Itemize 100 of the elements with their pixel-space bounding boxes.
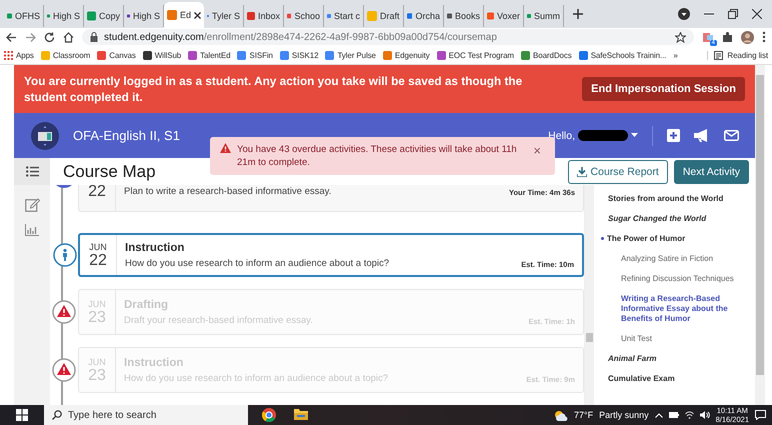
course-report-button[interactable]: Course Report [568, 160, 668, 184]
outline-item[interactable]: Cumulative Exam [608, 369, 751, 389]
battery-icon[interactable] [668, 412, 679, 418]
date-month: JUN [89, 242, 107, 252]
browser-tab[interactable]: Books [444, 5, 484, 27]
chevron-up-icon[interactable] [654, 412, 663, 418]
site-icon [167, 10, 177, 20]
new-tab-icon[interactable] [572, 8, 584, 20]
chrome-icon[interactable] [262, 408, 276, 422]
alert-message: You have 43 overdue activities. These activities will take about 11h 21m to complete. [237, 143, 518, 169]
browser-tab[interactable]: OFHS [4, 5, 44, 27]
bookmark-icon [142, 50, 152, 60]
list-icon [714, 50, 724, 60]
megaphone-icon[interactable] [694, 129, 710, 142]
list-icon[interactable] [26, 166, 38, 177]
close-icon[interactable] [194, 12, 202, 18]
browser-tab[interactable]: Schoo [284, 5, 324, 27]
site-icon [247, 11, 255, 21]
close-icon[interactable] [752, 9, 762, 19]
profile-menu-icon[interactable] [678, 8, 690, 20]
lock-icon [90, 32, 98, 42]
extension-icon [702, 31, 714, 43]
search-icon [52, 410, 62, 420]
site-icon [447, 11, 452, 21]
person-node-icon [53, 243, 77, 267]
outline-scrollbar[interactable] [585, 185, 594, 405]
end-session-button[interactable]: End Impersonation Session [582, 77, 745, 101]
star-icon[interactable] [675, 32, 686, 42]
browser-tab[interactable]: Draft [364, 5, 404, 27]
bookmark-link[interactable]: WillSub [142, 50, 182, 60]
browser-tab[interactable]: Copy [84, 5, 124, 27]
apps-grid-icon [4, 50, 13, 60]
browser-tab[interactable]: Tyler S [204, 5, 244, 27]
lesson-item[interactable]: Refining Discussion Techniques [621, 269, 751, 289]
more-bookmarks-button[interactable]: » [673, 50, 678, 60]
page-scrollbar[interactable] [755, 65, 765, 405]
forward-icon[interactable] [25, 32, 36, 42]
bookmark-link[interactable]: SafeSchools Trainin... [578, 50, 666, 60]
mail-icon[interactable] [724, 130, 739, 141]
browser-tab[interactable]: Voxer [484, 5, 524, 27]
bookmark-link[interactable]: SISK12 [280, 50, 318, 60]
bookmark-link[interactable]: BoardDocs [521, 50, 572, 60]
puzzle-icon[interactable] [722, 32, 733, 42]
site-icon [287, 11, 292, 21]
next-activity-button[interactable]: Next Activity [674, 160, 749, 184]
outline-item[interactable]: Animal Farm [608, 349, 751, 369]
browser-tab[interactable]: Orcha [404, 5, 444, 27]
bookmark-link[interactable]: Classroom [40, 50, 90, 60]
outline-item[interactable]: The Power of Humor [608, 229, 751, 249]
weather-icon[interactable] [554, 410, 568, 420]
wifi-icon[interactable] [684, 411, 694, 419]
page-title: Course Map [63, 162, 156, 182]
date-day: 22 [89, 252, 107, 268]
avatar-icon[interactable] [741, 30, 754, 44]
activity-description: How do you use research to inform an audience about a topic? [125, 258, 390, 268]
bookmark-icon [436, 50, 446, 60]
redacted-name [578, 130, 628, 141]
reload-icon[interactable] [44, 32, 55, 42]
caret-icon[interactable] [631, 133, 638, 138]
bookmark-link[interactable]: SISFin [237, 50, 273, 60]
browser-tab[interactable]: Ed [164, 2, 204, 28]
browser-tab[interactable]: Inbox [244, 5, 284, 27]
close-button[interactable]: × [529, 143, 545, 158]
edit-icon[interactable] [24, 197, 40, 212]
site-icon [527, 11, 531, 21]
bookmark-link[interactable]: Edgenuity [382, 50, 430, 60]
outline-item[interactable]: Stories from around the World [608, 189, 751, 209]
download-icon [576, 166, 587, 176]
more-icon[interactable] [762, 31, 766, 43]
bookmark-icon [280, 50, 289, 60]
bookmark-link[interactable]: Apps [4, 50, 34, 60]
home-icon[interactable] [63, 32, 74, 42]
outline-item[interactable]: Sugar Changed the World [608, 209, 751, 229]
course-title: OFA-English II, S1 [73, 128, 181, 143]
reading-list-link[interactable]: Reading list [707, 50, 768, 60]
lesson-item[interactable]: Analyzing Satire in Fiction [621, 249, 751, 269]
notification-icon[interactable] [755, 410, 766, 420]
bookmark-link[interactable]: Tyler Pulse [325, 50, 376, 60]
windows-start-icon[interactable] [16, 409, 28, 421]
impersonation-message: You are currently logged in as a student. Any action you take will be saved as though the student completed it. [24, 73, 524, 105]
date-day: 22 [88, 185, 106, 200]
back-icon[interactable] [6, 32, 17, 42]
add-icon[interactable] [667, 129, 680, 142]
site-icon [487, 11, 494, 21]
browser-tab[interactable]: Start c [324, 5, 364, 27]
bookmark-icon [325, 50, 334, 60]
site-icon [7, 11, 12, 21]
lesson-item[interactable]: Unit Test [621, 329, 751, 349]
bookmark-link[interactable]: TalentEd [188, 50, 230, 60]
bookmark-link[interactable]: Canvas [97, 50, 136, 60]
address-bar[interactable]: student.edgenuity.com/enrollment/2898e474-2262-4a9f-9987-6bb09a00d754/coursemap [82, 29, 694, 45]
browser-tab[interactable]: High S [44, 5, 84, 27]
browser-tab[interactable]: Summ [524, 5, 564, 27]
activity-title: Instruction [125, 242, 186, 254]
restore-icon[interactable] [728, 9, 738, 19]
speaker-icon[interactable] [700, 411, 710, 419]
bar-chart-icon[interactable] [25, 224, 39, 236]
lesson-item[interactable]: Writing a Research-Based Informative Essay about the Benefits of Humor [621, 289, 751, 329]
folder-icon[interactable] [294, 408, 308, 420]
bookmark-link[interactable]: EOC Test Program [436, 50, 514, 60]
